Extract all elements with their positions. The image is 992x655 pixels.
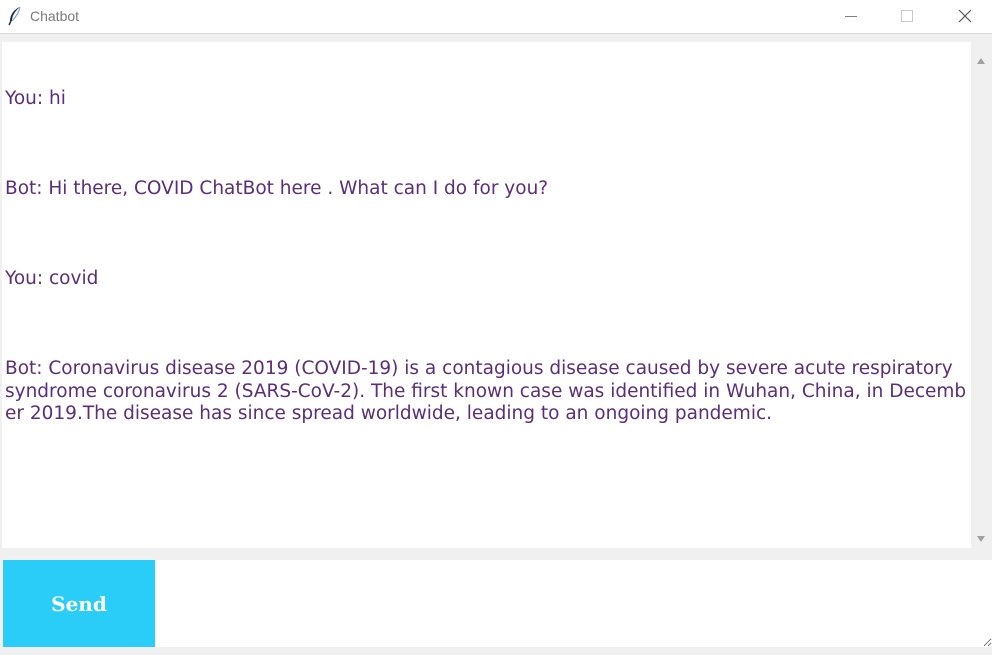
maximize-icon[interactable] [884,0,930,33]
chat-message-user: You: covid [5,268,99,289]
chat-message-bot: Bot: Hi there, COVID ChatBot here . What… [5,178,549,199]
chat-message-user: You: hi [5,88,66,109]
feather-icon [7,6,23,26]
chat-scrollbar[interactable] [972,42,990,548]
scroll-up-icon[interactable] [976,50,986,64]
chat-log[interactable]: You: hi Bot: Hi there, COVID ChatBot her… [2,42,971,548]
chat-message-bot: Bot: Coronavirus disease 2019 (COVID-19)… [5,358,967,424]
window-title: Chatbot [30,8,80,24]
chat-messages: You: hi Bot: Hi there, COVID ChatBot her… [5,43,967,493]
message-input[interactable] [156,560,992,647]
send-button[interactable]: Send [3,560,155,647]
scroll-down-icon[interactable] [976,528,986,542]
title-bar[interactable]: Chatbot [0,0,992,34]
minimize-icon[interactable] [828,0,874,33]
chatbot-window: Chatbot You: hi Bot: Hi there, COVID Cha… [0,0,992,655]
close-icon[interactable] [942,0,988,33]
